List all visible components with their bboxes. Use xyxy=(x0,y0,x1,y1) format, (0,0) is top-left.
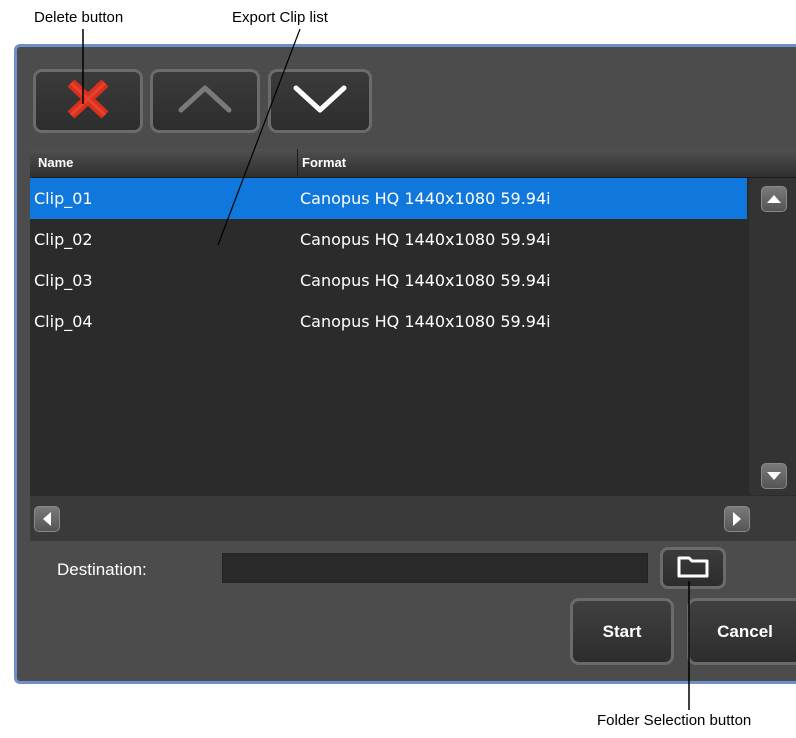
triangle-up-icon xyxy=(767,195,781,203)
clip-name: Clip_02 xyxy=(34,230,93,249)
destination-field[interactable] xyxy=(222,553,648,583)
clip-format: Canopus HQ 1440x1080 59.94i xyxy=(300,271,551,290)
move-down-button[interactable] xyxy=(268,69,372,133)
scroll-up-button[interactable] xyxy=(761,186,787,212)
destination-label: Destination: xyxy=(57,560,147,579)
triangle-down-icon xyxy=(767,472,781,480)
horizontal-scrollbar[interactable] xyxy=(30,496,796,541)
delete-button[interactable] xyxy=(33,69,143,133)
list-header: Name Format xyxy=(30,149,796,178)
callout-folder-selection: Folder Selection button xyxy=(597,712,752,729)
callout-export-clip-list: Export Clip list xyxy=(232,9,328,26)
list-item[interactable]: Clip_01 Canopus HQ 1440x1080 59.94i xyxy=(30,178,747,219)
list-item[interactable]: Clip_02 Canopus HQ 1440x1080 59.94i xyxy=(30,219,747,260)
clip-name: Clip_01 xyxy=(34,189,93,208)
triangle-right-icon xyxy=(733,512,741,526)
folder-icon xyxy=(676,553,710,583)
scroll-left-button[interactable] xyxy=(34,506,60,532)
column-header-format[interactable]: Format xyxy=(297,149,752,177)
chevron-down-icon xyxy=(290,82,350,120)
clip-name: Clip_04 xyxy=(34,312,93,331)
export-clip-list[interactable]: Name Format Clip_01 Canopus HQ 1440x1080… xyxy=(30,149,796,541)
scroll-down-button[interactable] xyxy=(761,463,787,489)
column-header-name[interactable]: Name xyxy=(38,149,73,177)
vertical-scrollbar[interactable] xyxy=(749,178,796,495)
clip-format: Canopus HQ 1440x1080 59.94i xyxy=(300,312,551,331)
triangle-left-icon xyxy=(43,512,51,526)
list-item[interactable]: Clip_04 Canopus HQ 1440x1080 59.94i xyxy=(30,301,747,342)
list-item[interactable]: Clip_03 Canopus HQ 1440x1080 59.94i xyxy=(30,260,747,301)
clip-format: Canopus HQ 1440x1080 59.94i xyxy=(300,189,551,208)
move-up-button[interactable] xyxy=(150,69,260,133)
cancel-button[interactable]: Cancel xyxy=(687,598,796,665)
folder-selection-button[interactable] xyxy=(660,547,726,589)
export-dialog: Name Format Clip_01 Canopus HQ 1440x1080… xyxy=(14,44,796,684)
scroll-right-button[interactable] xyxy=(724,506,750,532)
chevron-up-icon xyxy=(175,82,235,120)
clip-name: Clip_03 xyxy=(34,271,93,290)
callout-delete-button: Delete button xyxy=(34,9,124,26)
start-button[interactable]: Start xyxy=(570,598,674,665)
x-icon xyxy=(65,79,111,123)
clip-format: Canopus HQ 1440x1080 59.94i xyxy=(300,230,551,249)
